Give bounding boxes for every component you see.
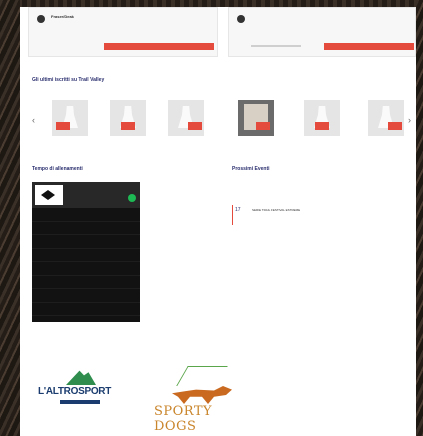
member-badge [188, 122, 202, 130]
mountain-icon [66, 370, 96, 385]
member-card[interactable] [52, 100, 88, 136]
members-section-title: Gli ultimi iscritti su Trail Valley [32, 77, 105, 83]
card-name: Fraser/Deak [51, 14, 74, 19]
training-section-title: Tempo di allenamenti [32, 166, 83, 172]
spotify-playlist-embed[interactable] [32, 182, 140, 322]
member-badge [121, 122, 135, 130]
member-card[interactable] [110, 100, 146, 136]
chevron-left-icon[interactable]: ‹ [32, 115, 35, 125]
track-row[interactable] [32, 289, 140, 303]
dog-icon [172, 386, 232, 404]
track-row[interactable] [32, 208, 140, 222]
avatar [237, 15, 245, 23]
member-card[interactable] [238, 100, 274, 136]
sporty-dogs-logo-text: SPORTY DOGS [154, 404, 213, 434]
logo-bar [60, 400, 100, 404]
card-divider [251, 45, 301, 47]
member-badge [388, 122, 402, 130]
track-row[interactable] [32, 249, 140, 262]
member-badge [56, 122, 70, 130]
track-row[interactable] [32, 235, 140, 249]
member-card[interactable] [168, 100, 204, 136]
track-row[interactable] [32, 276, 140, 289]
card-action-button[interactable] [104, 43, 214, 50]
page-content: Fraser/Deak Gli ultimi iscritti su Trail… [20, 7, 416, 436]
playlist-header [32, 182, 140, 208]
avatar [37, 15, 45, 23]
track-list [32, 208, 140, 316]
events-section-title: Prossimi Eventi [232, 166, 270, 172]
event-name[interactable]: SERIE TRAIL FESTIVAL ESTREME [252, 208, 300, 212]
altrosport-logo-text: L'ALTROSPORT [38, 386, 112, 397]
play-icon[interactable] [128, 194, 136, 202]
profile-card-2[interactable] [228, 7, 416, 57]
chevron-right-icon[interactable]: › [408, 115, 411, 125]
track-row[interactable] [32, 303, 140, 316]
track-row[interactable] [32, 262, 140, 276]
members-carousel: ‹ › [28, 95, 416, 153]
events-list: 17 SERIE TRAIL FESTIVAL ESTREME [232, 195, 412, 225]
sporty-dogs-logo[interactable]: SPORTY DOGS [152, 364, 242, 434]
member-card[interactable] [304, 100, 340, 136]
event-date: 17 [232, 205, 242, 225]
trail-lines-icon [176, 366, 228, 386]
profile-card-1[interactable]: Fraser/Deak [28, 7, 218, 57]
playlist-cover [35, 185, 63, 205]
altrosport-logo[interactable]: L'ALTROSPORT [38, 369, 134, 415]
event-item[interactable]: 17 SERIE TRAIL FESTIVAL ESTREME [232, 205, 412, 225]
background-texture-top [0, 0, 423, 7]
member-badge [256, 122, 270, 130]
track-row[interactable] [32, 222, 140, 235]
member-badge [315, 122, 329, 130]
member-card[interactable] [368, 100, 404, 136]
background-texture-right [416, 0, 423, 436]
card-action-button[interactable] [324, 43, 414, 50]
background-texture-left [0, 0, 20, 436]
